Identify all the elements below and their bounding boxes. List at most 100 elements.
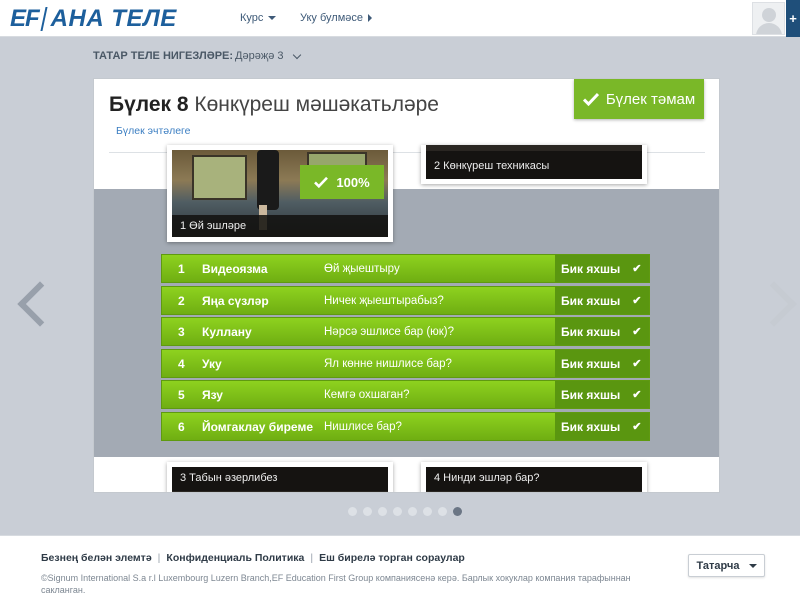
lesson-caption: 2 Көнкүреш техникасы — [426, 151, 642, 179]
activity-grade-label: Бик яхшы — [561, 293, 621, 308]
check-icon — [314, 176, 329, 188]
activity-type: Куллану — [202, 325, 252, 339]
copyright-text: ©Signum International S.a r.l Luxembourg… — [41, 573, 631, 595]
activity-grade-label: Бик яхшы — [561, 419, 621, 434]
course-menu-label: Курс — [240, 12, 264, 24]
activity-description: Ничек җыештырабыз? — [324, 295, 444, 307]
pager-dot-active[interactable] — [453, 507, 462, 516]
lesson-tile-4[interactable]: 4 Нинди эшләр бар? — [421, 462, 647, 492]
activity-description: Нәрсә эшлисе бар (юк)? — [324, 326, 455, 338]
lesson-score: 100% — [336, 174, 370, 190]
activity-row[interactable]: 1 Видеоязма Өй җыештыру Бик яхшы ✔ — [161, 254, 650, 283]
lesson-tile-2[interactable]: 2 Көнкүреш техникасы — [421, 145, 647, 184]
pager-dot[interactable] — [363, 507, 372, 516]
activity-grade-label: Бик яхшы — [561, 387, 621, 402]
level-value[interactable]: Дәрәҗә 3 — [235, 50, 283, 62]
language-label: Татарча — [696, 559, 740, 572]
activity-type: Видеоязма — [202, 262, 268, 276]
pager-dot[interactable] — [378, 507, 387, 516]
activity-description: Өй җыештыру — [324, 263, 400, 275]
activity-row[interactable]: 3 Куллану Нәрсә эшлисе бар (юк)? Бик яхш… — [161, 317, 650, 346]
activity-grade: Бик яхшы ✔ — [555, 255, 649, 282]
lesson-tile-1[interactable]: 100% 1 Өй эшләре — [167, 145, 393, 242]
check-icon: ✔ — [632, 389, 642, 401]
check-icon: ✔ — [632, 421, 642, 433]
footer-links: Безнең белән элемтә | Конфиденциаль Поли… — [41, 552, 465, 564]
activity-number: 3 — [178, 325, 185, 339]
lesson-score-badge: 100% — [300, 165, 384, 199]
activity-grade: Бик яхшы ✔ — [555, 413, 649, 440]
footer: Безнең белән элемтә | Конфиденциаль Поли… — [0, 535, 800, 600]
contact-link[interactable]: Безнең белән элемтә — [41, 552, 152, 564]
lesson-caption: 4 Нинди эшләр бар? — [426, 467, 642, 491]
activity-row[interactable]: 4 Уку Ял көнне нишлисе бар? Бик яхшы ✔ — [161, 349, 650, 378]
lesson-caption: 1 Өй эшләре — [172, 215, 388, 237]
activity-number: 2 — [178, 294, 185, 308]
activity-grade: Бик яхшы ✔ — [555, 381, 649, 408]
level-selector[interactable]: ТАТАР ТЕЛЕ НИГЕЗЛӘРЕ: Дәрәҗә 3 — [93, 50, 301, 62]
language-selector[interactable]: Татарча — [688, 554, 765, 577]
logo-divider — [40, 6, 48, 31]
check-icon: ✔ — [632, 326, 642, 338]
user-avatar[interactable] — [752, 2, 785, 35]
check-icon — [582, 92, 599, 106]
pager-dot[interactable] — [408, 507, 417, 516]
activity-row[interactable]: 6 Йомгаклау биреме Нишлисе бар? Бик яхшы… — [161, 412, 650, 441]
pager-dot[interactable] — [438, 507, 447, 516]
activity-description: Ял көнне нишлисе бар? — [324, 358, 452, 370]
unit-pager — [348, 507, 462, 516]
activity-row[interactable]: 5 Язу Кемгә охшаган? Бик яхшы ✔ — [161, 380, 650, 409]
unit-complete-label: Бүлек тәмам — [605, 90, 696, 108]
plus-button[interactable]: + — [786, 0, 800, 37]
activity-type: Яңа сүзләр — [202, 294, 269, 308]
activity-grade-label: Бик яхшы — [561, 261, 621, 276]
activity-row[interactable]: 2 Яңа сүзләр Ничек җыештырабыз? Бик яхшы… — [161, 286, 650, 315]
top-bar: EF АНА ТЕЛЕ Курс Уку булмәсе + — [0, 0, 800, 37]
logo-brand-name: АНА ТЕЛЕ — [50, 4, 177, 32]
check-icon: ✔ — [632, 263, 642, 275]
lesson-image: 3 Табын әзерлибез — [172, 467, 388, 492]
lesson-image: 4 Нинди эшләр бар? — [426, 467, 642, 492]
faq-link[interactable]: Еш бирелә торган сораулар — [319, 552, 465, 564]
caret-down-icon — [748, 563, 757, 568]
unit-complete-button[interactable]: Бүлек тәмам — [574, 79, 704, 119]
pager-dot[interactable] — [348, 507, 357, 516]
activity-type: Йомгаклау биреме — [202, 420, 313, 434]
unit-title: Бүлек 8 Көнкүреш мәшәкатьләре — [109, 93, 439, 117]
activity-description: Кемгә охшаган? — [324, 389, 410, 401]
chevron-down-icon — [292, 50, 301, 59]
privacy-link[interactable]: Конфиденциаль Политика — [166, 552, 304, 564]
ef-logo[interactable]: EF АНА ТЕЛЕ — [10, 5, 177, 32]
course-menu[interactable]: Курс — [240, 12, 277, 24]
avatar-head-icon — [762, 8, 776, 22]
activity-number: 1 — [178, 262, 185, 276]
unit-number: Бүлек 8 — [109, 93, 189, 116]
prev-unit-arrow[interactable] — [16, 280, 42, 328]
activity-grade: Бик яхшы ✔ — [555, 318, 649, 345]
pager-dot[interactable] — [393, 507, 402, 516]
lesson-image: 2 Көнкүреш техникасы — [426, 145, 642, 179]
activity-grade-label: Бик яхшы — [561, 356, 621, 371]
caret-down-icon — [268, 16, 277, 20]
next-unit-arrow[interactable] — [766, 280, 792, 328]
activity-type: Язу — [202, 388, 223, 402]
activity-description: Нишлисе бар? — [324, 421, 402, 433]
activity-number: 5 — [178, 388, 185, 402]
logo-ef-text: EF — [10, 4, 40, 32]
course-title: ТАТАР ТЕЛЕ НИГЕЗЛӘРЕ: — [93, 50, 234, 62]
unit-contents-link[interactable]: Бүлек эчтәлеге — [116, 125, 191, 137]
activity-grade-label: Бик яхшы — [561, 324, 621, 339]
activity-type: Уку — [202, 357, 222, 371]
study-room-label: Уку булмәсе — [300, 12, 364, 24]
lesson-tile-3[interactable]: 3 Табын әзерлибез — [167, 462, 393, 492]
activity-grade: Бик яхшы ✔ — [555, 350, 649, 377]
avatar-body-icon — [756, 23, 782, 34]
study-room-menu[interactable]: Уку булмәсе — [300, 12, 373, 24]
activity-number: 4 — [178, 357, 185, 371]
caret-right-icon — [368, 14, 373, 22]
activity-number: 6 — [178, 420, 185, 434]
pager-dot[interactable] — [423, 507, 432, 516]
unit-name: Көнкүреш мәшәкатьләре — [194, 93, 439, 116]
check-icon: ✔ — [632, 358, 642, 370]
lesson-image: 100% 1 Өй эшләре — [172, 150, 388, 237]
